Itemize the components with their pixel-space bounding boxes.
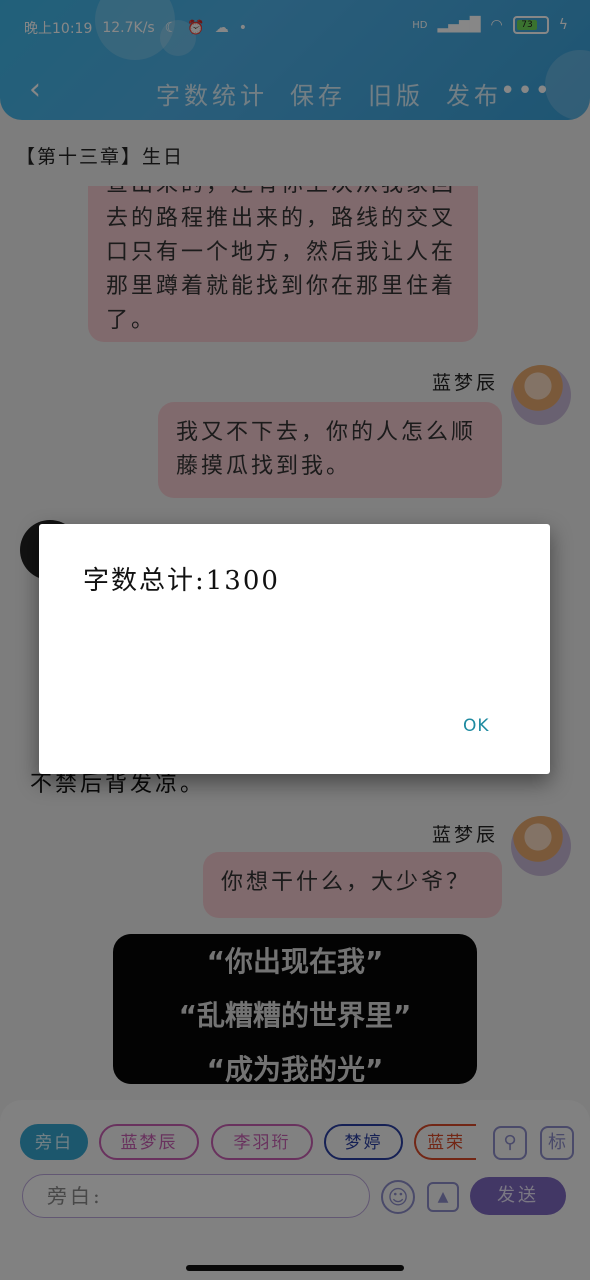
ok-button[interactable]: OK	[463, 716, 490, 736]
dialog-message: 字数总计:1300	[83, 566, 280, 596]
word-count-dialog: 字数总计:1300 OK	[39, 524, 550, 774]
